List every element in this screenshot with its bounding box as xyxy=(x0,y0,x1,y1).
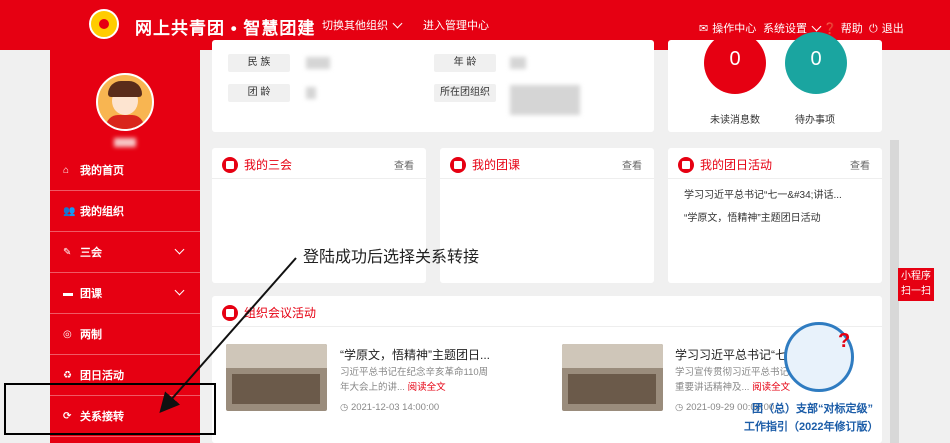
highlight-box xyxy=(4,383,216,435)
annotation-arrow-icon xyxy=(159,257,297,414)
